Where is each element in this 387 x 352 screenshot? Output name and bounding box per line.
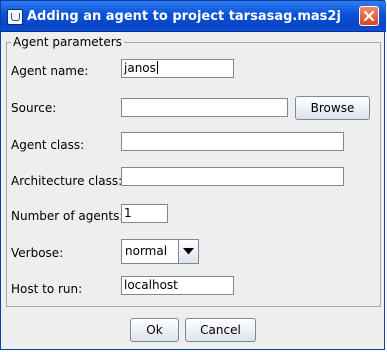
- java-cup-icon: [7, 9, 23, 25]
- group-title: Agent parameters: [11, 35, 124, 49]
- text-caret: [156, 61, 158, 74]
- architecture-class-label: Architecture class:: [11, 174, 123, 188]
- browse-button[interactable]: Browse: [295, 96, 370, 120]
- architecture-class-input[interactable]: [121, 167, 344, 186]
- title-bar[interactable]: Adding an agent to project tarsasag.mas2…: [1, 1, 386, 32]
- close-icon: [363, 10, 375, 22]
- verbose-dropdown-button[interactable]: [178, 240, 198, 263]
- chevron-down-icon: [183, 248, 194, 255]
- verbose-value: normal: [125, 244, 168, 258]
- verbose-label: Verbose:: [11, 246, 64, 260]
- window-title: Adding an agent to project tarsasag.mas2…: [27, 9, 341, 24]
- agent-name-label: Agent name:: [11, 64, 89, 78]
- agent-class-label: Agent class:: [11, 138, 85, 152]
- agent-name-value: janos: [124, 61, 156, 75]
- number-of-agents-input[interactable]: 1: [121, 204, 168, 223]
- close-button[interactable]: [359, 6, 379, 26]
- source-input[interactable]: [121, 98, 288, 117]
- cancel-button[interactable]: Cancel: [185, 318, 256, 342]
- source-label: Source:: [11, 101, 57, 115]
- dialog-window: Adding an agent to project tarsasag.mas2…: [0, 0, 386, 350]
- ok-button[interactable]: Ok: [130, 318, 179, 342]
- host-to-run-label: Host to run:: [11, 282, 83, 296]
- verbose-select[interactable]: normal: [121, 239, 199, 264]
- host-to-run-input[interactable]: localhost: [121, 276, 234, 295]
- agent-name-input[interactable]: janos: [121, 59, 234, 78]
- agent-class-input[interactable]: [121, 132, 344, 151]
- number-of-agents-label: Number of agents:: [11, 209, 124, 223]
